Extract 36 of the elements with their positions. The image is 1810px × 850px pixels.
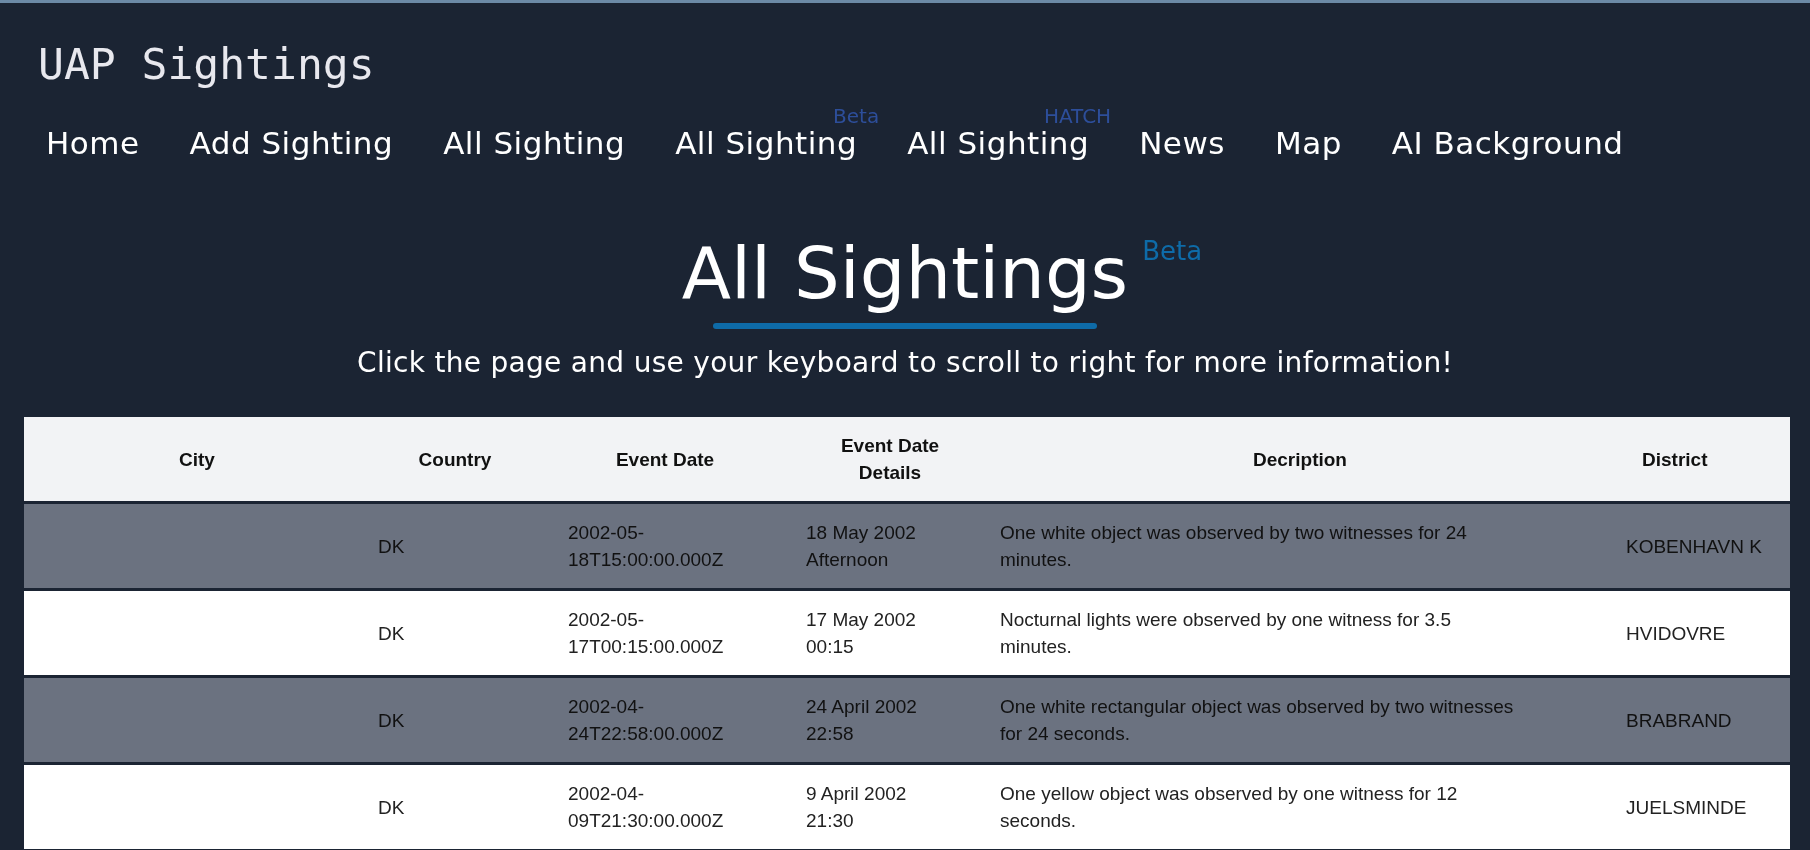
date-cell: 2002-04-09T21:30:00.000Z [568, 783, 724, 831]
date-cell: 2002-05-17T00:15:00.000Z [568, 609, 724, 657]
country-cell: DK [378, 796, 405, 818]
date-cell: 2002-05-18T15:00:00.000Z [568, 522, 724, 570]
nav-link[interactable]: Home [46, 123, 140, 163]
scroll-hint: Click the page and use your keyboard to scroll to right for more information! [357, 347, 1453, 379]
date-details-cell: 9 April 2002 21:30 [806, 783, 907, 831]
district-cell: BRABRAND [1626, 709, 1732, 731]
district-cell: JUELSMINDE [1626, 796, 1747, 818]
nav-link[interactable]: Map [1274, 123, 1342, 163]
nav-link[interactable]: All Sighting [443, 123, 626, 163]
description-cell: One yellow object was observed by one witness for 12 seconds. [1000, 783, 1458, 831]
column-header[interactable]: Country [378, 445, 532, 473]
country-cell: DK [378, 709, 405, 731]
district-cell: KOBENHAVN K [1626, 535, 1762, 557]
nav-link[interactable]: Add Sighting [189, 123, 394, 163]
description-cell: One white rectangular object was observed by two witnesses for 24 seconds. [1000, 696, 1514, 744]
country-cell: DK [378, 535, 405, 557]
date-details-cell: 17 May 2002 00:15 [806, 609, 916, 657]
date-cell: 2002-04-24T22:58:00.000Z [568, 696, 724, 744]
nav-link[interactable]: AI Background [1391, 123, 1624, 163]
heading-tag-label: Beta [1142, 237, 1203, 265]
description-cell: One white object was observed by two witnesses for 24 minutes. [1000, 522, 1467, 570]
column-header[interactable]: Decription [998, 445, 1602, 473]
district-cell: HVIDOVRE [1626, 622, 1726, 644]
date-details-cell: 18 May 2002 Afternoon [806, 522, 916, 570]
nav-link[interactable]: News [1139, 123, 1225, 163]
column-header[interactable]: Event Date [548, 445, 782, 473]
page-heading: All Sightings [681, 233, 1129, 313]
date-details-cell: 24 April 2002 22:58 [806, 696, 917, 744]
column-header[interactable]: District [1642, 445, 1790, 473]
description-cell: Nocturnal lights were observed by one witness for 3.5 minutes. [1000, 609, 1451, 657]
column-header[interactable]: Event Date Details [830, 432, 950, 486]
country-cell: DK [378, 622, 405, 644]
column-header[interactable]: City [32, 445, 362, 473]
site-title[interactable]: UAP Sightings [38, 33, 375, 95]
